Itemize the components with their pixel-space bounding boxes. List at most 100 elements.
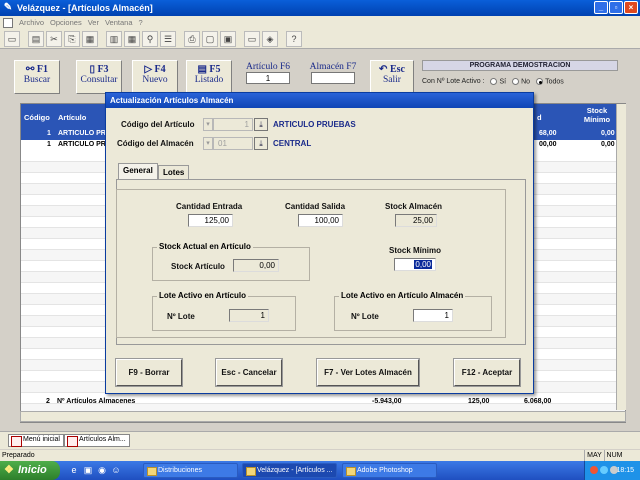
listado-label: Listado: [194, 75, 224, 85]
consultar-key: F3: [97, 64, 109, 75]
tray-volume-icon[interactable]: [610, 466, 618, 474]
task-velazquez[interactable]: Velázquez - [Artículos ...: [242, 463, 337, 478]
lote-filter-label: Con Nº Lote Activo :: [422, 78, 485, 86]
ver-lotes-button[interactable]: F7 - Ver Lotes Almacén: [316, 358, 420, 387]
articulo-filter-input[interactable]: [246, 72, 290, 84]
borrar-button[interactable]: F9 - Borrar: [115, 358, 183, 387]
caps-indicator: MAY: [584, 450, 604, 461]
horizontal-scrollbar[interactable]: [20, 411, 626, 422]
form-icon[interactable]: ▥: [106, 30, 122, 47]
new-record-icon[interactable]: ▤: [28, 30, 44, 47]
cancelar-button[interactable]: Esc - Cancelar: [215, 358, 283, 387]
vertical-scrollbar[interactable]: [616, 104, 626, 410]
radio-si[interactable]: Sí: [490, 78, 506, 85]
status-text: Preparado: [2, 452, 35, 459]
explorer-icon[interactable]: ▣: [82, 464, 94, 476]
codigo-articulo-field[interactable]: 1: [213, 118, 253, 131]
close-button[interactable]: ×: [624, 1, 638, 14]
listado-button[interactable]: ▤ F5 Listado: [186, 60, 232, 94]
system-tray: 18:15: [584, 461, 640, 480]
tab-general[interactable]: General: [118, 163, 158, 179]
articulo-lookup-icon[interactable]: ⤓: [254, 118, 268, 131]
messenger-icon[interactable]: ☺: [110, 464, 122, 476]
row-minimo: 0,00: [601, 141, 615, 148]
media-icon[interactable]: ◉: [96, 464, 108, 476]
tab-lotes[interactable]: Lotes: [158, 165, 190, 179]
col-articulo[interactable]: Artículo: [58, 113, 86, 122]
listado-key: F5: [209, 64, 221, 75]
radio-todos[interactable]: Todos: [536, 78, 564, 85]
salir-button[interactable]: ↶ Esc Salir: [370, 60, 414, 94]
menu-ventana[interactable]: Ventana: [105, 18, 133, 27]
menu-bar: Archivo Opciones Ver Ventana ?: [0, 16, 640, 29]
buscar-key: F1: [36, 64, 48, 75]
almacen-filter-input[interactable]: [311, 72, 355, 84]
print-icon[interactable]: ⎙: [184, 30, 200, 47]
codigo-almacen-field[interactable]: 01: [213, 137, 253, 150]
start-button[interactable]: Inicio: [0, 461, 60, 480]
search-icon[interactable]: ⚲: [142, 30, 158, 47]
mdi-tab-bar: Menú inicial Artículos Alm...: [0, 431, 640, 449]
paste-icon[interactable]: ▦: [82, 30, 98, 47]
report-icon[interactable]: ▣: [220, 30, 236, 47]
salir-label: Salir: [383, 75, 401, 85]
open-icon[interactable]: ▭: [4, 30, 20, 47]
list-document-icon: ▤: [197, 64, 210, 75]
salir-key: Esc: [389, 64, 405, 75]
col-stock-minimo[interactable]: Stock Mínimo: [577, 106, 617, 124]
stock-articulo-label: Stock Artículo: [171, 262, 225, 271]
nuevo-button[interactable]: ▷ F4 Nuevo: [132, 60, 178, 94]
stock-articulo-field: 0,00: [233, 259, 279, 272]
menu-opciones[interactable]: Opciones: [50, 18, 82, 27]
codigo-almacen-label: Código del Almacén: [117, 139, 194, 148]
stock-minimo-field[interactable]: 0,00: [394, 258, 436, 271]
cantidad-salida-label: Cantidad Salida: [285, 202, 346, 211]
screen-icon[interactable]: ▭: [244, 30, 260, 47]
menu-archivo[interactable]: Archivo: [19, 18, 44, 27]
buscar-button[interactable]: ⚯ F1 Buscar: [14, 60, 60, 94]
help-icon[interactable]: ?: [286, 30, 302, 47]
clock: 18:15: [616, 467, 634, 474]
row-codigo: 1: [47, 130, 51, 137]
mdi-tab-articulos[interactable]: Artículos Alm...: [64, 434, 130, 447]
radio-no[interactable]: No: [512, 78, 530, 85]
copy-icon[interactable]: ⎘: [64, 30, 80, 47]
footer-total-1: -5.943,00: [372, 398, 402, 405]
col-codigo[interactable]: Código: [24, 113, 50, 122]
row-articulo: ARTICULO PR: [58, 141, 106, 148]
col-stock[interactable]: d: [537, 113, 542, 122]
quick-launch: e ▣ ◉ ☺: [68, 464, 122, 476]
nlote-almacen-label: Nº Lote: [351, 312, 379, 321]
cantidad-salida-field[interactable]: 100,00: [298, 214, 343, 227]
cantidad-entrada-field[interactable]: 125,00: [188, 214, 233, 227]
menu-ver[interactable]: Ver: [88, 18, 99, 27]
maximize-button[interactable]: ▫: [609, 1, 623, 14]
preview-icon[interactable]: ▢: [202, 30, 218, 47]
task-distribuciones[interactable]: Distribuciones: [143, 463, 238, 478]
articulo-name: ARTICULO PRUEBAS: [273, 120, 356, 129]
toolbar: ▭ ▤ ✂ ⎘ ▦ ▥ ▦ ⚲ ☰ ⎙ ▢ ▣ ▭ ◈ ?: [0, 29, 640, 49]
aceptar-button[interactable]: F12 - Aceptar: [453, 358, 521, 387]
dialog-title: Actualización Artículos Almacén: [106, 93, 533, 108]
stock-minimo-value: 0,00: [414, 260, 432, 269]
demo-banner: PROGRAMA DEMOSTRACION: [422, 60, 618, 71]
tray-warning-icon[interactable]: [590, 466, 598, 474]
almacen-lookup-icon[interactable]: ⤓: [254, 137, 268, 150]
stock-actual-group-title: Stock Actual en Artículo: [157, 242, 253, 251]
nlote-almacen-field[interactable]: 1: [413, 309, 453, 322]
radio-todos-label: Todos: [545, 78, 564, 86]
eraser-icon[interactable]: ◈: [262, 30, 278, 47]
cut-icon[interactable]: ✂: [46, 30, 62, 47]
list-icon[interactable]: ☰: [160, 30, 176, 47]
grid-icon[interactable]: ▦: [124, 30, 140, 47]
tray-network-icon[interactable]: [600, 466, 608, 474]
task-photoshop[interactable]: Adobe Photoshop: [342, 463, 437, 478]
consultar-button[interactable]: ▯ F3 Consultar: [76, 60, 122, 94]
almacen-filter-label: Almacén F7: [309, 62, 357, 72]
mdi-tab-menu-inicial[interactable]: Menú inicial: [8, 434, 64, 447]
window-controls: _ ▫ ×: [594, 1, 638, 14]
action-bar: ⚯ F1 Buscar ▯ F3 Consultar ▷ F4 Nuevo ▤ …: [14, 60, 626, 96]
menu-help[interactable]: ?: [139, 18, 143, 27]
ie-icon[interactable]: e: [68, 464, 80, 476]
minimize-button[interactable]: _: [594, 1, 608, 14]
